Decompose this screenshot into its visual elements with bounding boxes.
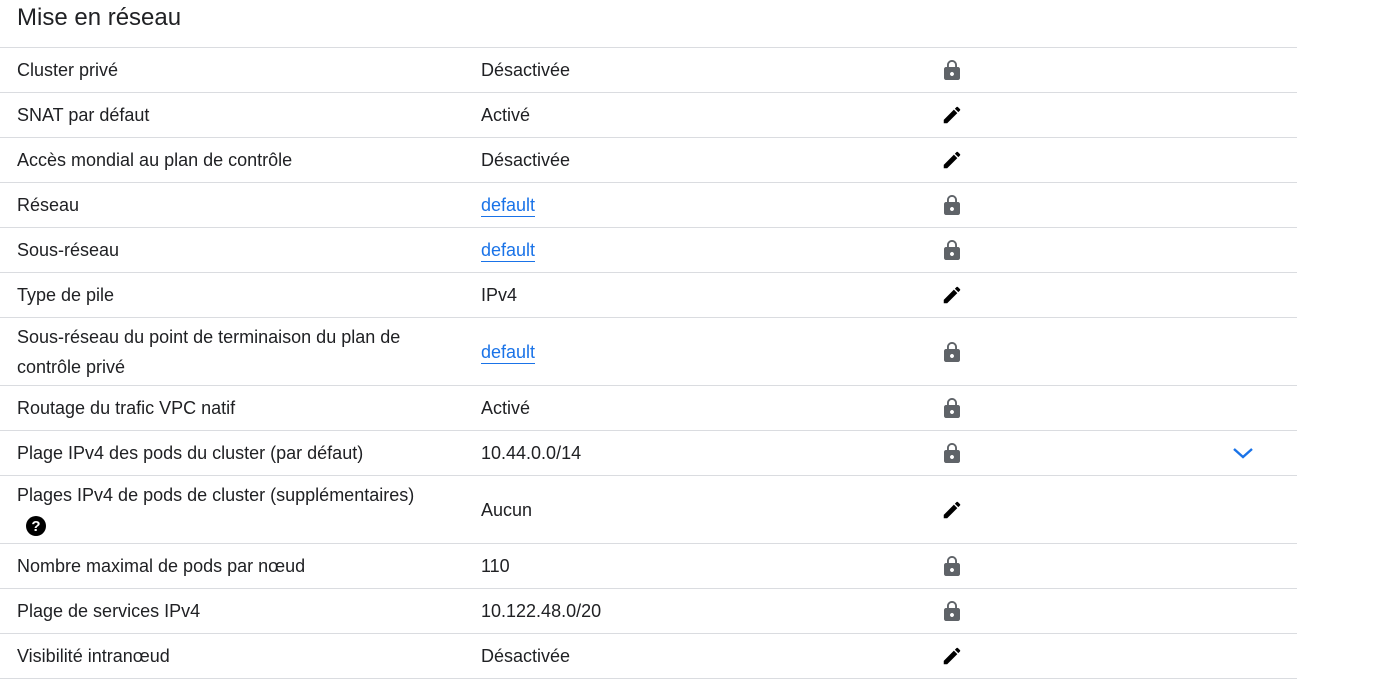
table-row: Sous-réseau du point de terminaison du p… xyxy=(0,318,1297,386)
edit-icon[interactable] xyxy=(940,498,964,522)
row-label-text: Plages IPv4 de pods de cluster (suppléme… xyxy=(17,484,415,505)
row-label: Réseau xyxy=(17,195,80,215)
lock-icon xyxy=(940,340,964,364)
edit-icon[interactable] xyxy=(940,103,964,127)
table-row: Routage du trafic VPC natif Activé xyxy=(0,386,1297,431)
table-row: Cluster privé Désactivée xyxy=(0,48,1297,93)
row-label: SNAT par défaut xyxy=(17,105,150,125)
section-title: Mise en réseau xyxy=(0,0,1297,48)
row-value: Activé xyxy=(481,105,531,125)
lock-icon xyxy=(940,193,964,217)
table-row: Réseau default xyxy=(0,183,1297,228)
table-row: Plage IPv4 des pods du cluster (par défa… xyxy=(0,431,1297,476)
table-row: Plage de services IPv4 10.122.48.0/20 xyxy=(0,589,1297,634)
table-row: Sous-réseau default xyxy=(0,228,1297,273)
networking-section: Mise en réseau Cluster privé Désactivée … xyxy=(0,0,1297,679)
table-row: SNAT par défaut Activé xyxy=(0,93,1297,138)
row-label: Routage du trafic VPC natif xyxy=(17,398,236,418)
edit-icon[interactable] xyxy=(940,283,964,307)
network-link[interactable]: default xyxy=(481,195,536,217)
svg-text:?: ? xyxy=(31,518,40,535)
lock-icon xyxy=(940,58,964,82)
row-label: Type de pile xyxy=(17,285,115,305)
row-value: 110 xyxy=(481,556,510,576)
lock-icon xyxy=(940,441,964,465)
row-label-line-1: Sous-réseau du point de terminaison du p… xyxy=(17,326,401,347)
lock-icon xyxy=(940,396,964,420)
row-value: 10.122.48.0/20 xyxy=(481,601,602,621)
row-label: Visibilité intranœud xyxy=(17,646,170,666)
edit-icon[interactable] xyxy=(940,148,964,172)
row-value: Désactivée xyxy=(481,646,571,666)
table-row: Visibilité intranœud Désactivée xyxy=(0,634,1297,679)
row-label: Plage de services IPv4 xyxy=(17,601,201,621)
row-value: Aucun xyxy=(481,499,533,520)
row-value: Désactivée xyxy=(481,60,571,80)
chevron-down-icon[interactable] xyxy=(1232,442,1254,464)
row-value: 10.44.0.0/14 xyxy=(481,443,582,463)
endpoint-subnet-link[interactable]: default xyxy=(481,341,536,364)
row-label: Nombre maximal de pods par nœud xyxy=(17,556,306,576)
row-label: Sous-réseau xyxy=(17,240,120,260)
row-value: IPv4 xyxy=(481,285,518,305)
table-row: Nombre maximal de pods par nœud 110 xyxy=(0,544,1297,589)
row-label: Plage IPv4 des pods du cluster (par défa… xyxy=(17,443,364,463)
table-row: Accès mondial au plan de contrôle Désact… xyxy=(0,138,1297,183)
row-label: Cluster privé xyxy=(17,60,119,80)
row-label: Sous-réseau du point de terminaison du p… xyxy=(0,322,481,382)
row-label: Accès mondial au plan de contrôle xyxy=(17,150,293,170)
row-value: Désactivée xyxy=(481,150,571,170)
table-row: Type de pile IPv4 xyxy=(0,273,1297,318)
help-icon[interactable]: ? xyxy=(26,515,46,536)
row-value: Activé xyxy=(481,398,531,418)
table-row: Plages IPv4 de pods de cluster (suppléme… xyxy=(0,476,1297,544)
edit-icon[interactable] xyxy=(940,644,964,668)
lock-icon xyxy=(940,554,964,578)
row-label: Plages IPv4 de pods de cluster (suppléme… xyxy=(0,480,481,540)
subnet-link[interactable]: default xyxy=(481,240,536,262)
lock-icon xyxy=(940,238,964,262)
lock-icon xyxy=(940,599,964,623)
row-label-line-2: contrôle privé xyxy=(17,356,126,377)
